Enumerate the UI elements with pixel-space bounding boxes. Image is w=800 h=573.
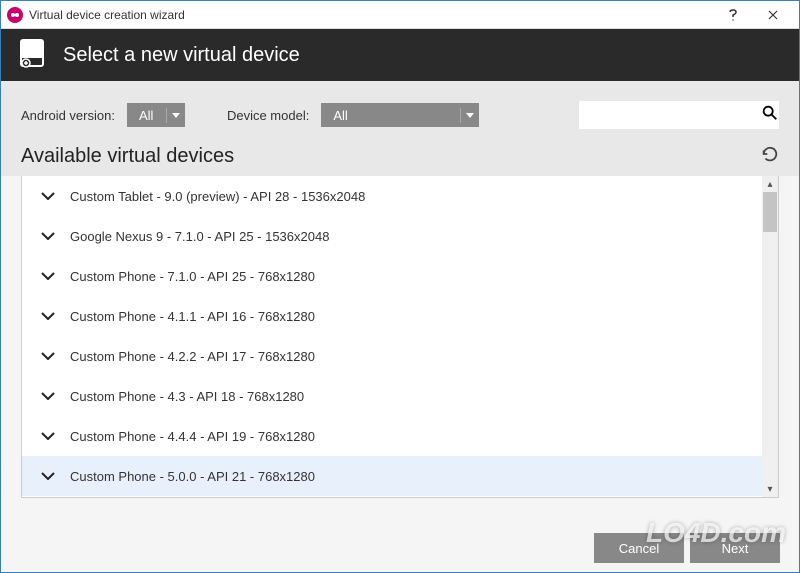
window-titlebar: Virtual device creation wizard (1, 1, 799, 29)
help-button[interactable] (713, 1, 753, 29)
chevron-down-icon (36, 352, 60, 360)
device-model-select[interactable]: All (321, 103, 479, 127)
chevron-down-icon (36, 272, 60, 280)
android-version-label: Android version: (21, 108, 115, 123)
device-row[interactable]: Custom Tablet - 9.0 (preview) - API 28 -… (22, 176, 762, 216)
scrollbar[interactable]: ▴ ▾ (762, 176, 778, 497)
chevron-down-icon (36, 392, 60, 400)
device-label: Custom Phone - 4.4.4 - API 19 - 768x1280 (60, 429, 315, 444)
section-header: Available virtual devices (1, 139, 799, 176)
device-label: Custom Phone - 4.1.1 - API 16 - 768x1280 (60, 309, 315, 324)
chevron-down-icon (36, 432, 60, 440)
wizard-title: Select a new virtual device (63, 44, 300, 67)
add-device-icon (17, 38, 47, 73)
scroll-down-button[interactable]: ▾ (762, 481, 778, 497)
device-row[interactable]: Custom Phone - 7.1.0 - API 25 - 768x1280 (22, 256, 762, 296)
chevron-down-icon (36, 312, 60, 320)
device-label: Custom Phone - 4.3 - API 18 - 768x1280 (60, 389, 304, 404)
device-label: Google Nexus 9 - 7.1.0 - API 25 - 1536x2… (60, 229, 329, 244)
device-row[interactable]: Google Nexus 9 - 7.1.0 - API 25 - 1536x2… (22, 216, 762, 256)
app-icon (7, 7, 23, 23)
filter-bar: Android version: All Device model: All (1, 81, 799, 139)
cancel-button[interactable]: Cancel (594, 533, 684, 563)
chevron-down-icon (36, 472, 60, 480)
wizard-header: Select a new virtual device (1, 29, 799, 81)
refresh-button[interactable] (761, 145, 779, 168)
window-title: Virtual device creation wizard (29, 8, 713, 22)
device-model-label: Device model: (227, 108, 309, 123)
chevron-down-icon (167, 113, 185, 118)
chevron-down-icon (36, 232, 60, 240)
device-row[interactable]: Custom Phone - 4.2.2 - API 17 - 768x1280 (22, 336, 762, 376)
device-model-value: All (321, 108, 461, 123)
scroll-up-button[interactable]: ▴ (762, 176, 778, 192)
search-input[interactable] (585, 108, 761, 123)
search-icon (761, 104, 779, 127)
scrollbar-thumb[interactable] (763, 192, 777, 232)
device-row[interactable]: Custom Phone - 4.4.4 - API 19 - 768x1280 (22, 416, 762, 456)
close-button[interactable] (753, 1, 793, 29)
android-version-select[interactable]: All (127, 103, 185, 127)
device-label: Custom Tablet - 9.0 (preview) - API 28 -… (60, 189, 365, 204)
search-box[interactable] (579, 101, 779, 129)
device-list: Custom Tablet - 9.0 (preview) - API 28 -… (21, 176, 779, 498)
next-button[interactable]: Next (690, 533, 780, 563)
device-label: Custom Phone - 5.0.0 - API 21 - 768x1280 (60, 469, 315, 484)
device-label: Custom Phone - 4.2.2 - API 17 - 768x1280 (60, 349, 315, 364)
wizard-footer: Cancel Next (588, 533, 780, 563)
chevron-down-icon (36, 192, 60, 200)
device-row[interactable]: Custom Phone - 5.0.0 - API 21 - 768x1280 (22, 456, 762, 496)
chevron-down-icon (461, 113, 479, 118)
device-label: Custom Phone - 7.1.0 - API 25 - 768x1280 (60, 269, 315, 284)
device-row[interactable]: Custom Phone - 4.3 - API 18 - 768x1280 (22, 376, 762, 416)
section-title: Available virtual devices (21, 145, 234, 168)
device-row[interactable]: Custom Phone - 4.1.1 - API 16 - 768x1280 (22, 296, 762, 336)
android-version-value: All (127, 108, 167, 123)
scrollbar-track[interactable] (762, 192, 778, 481)
